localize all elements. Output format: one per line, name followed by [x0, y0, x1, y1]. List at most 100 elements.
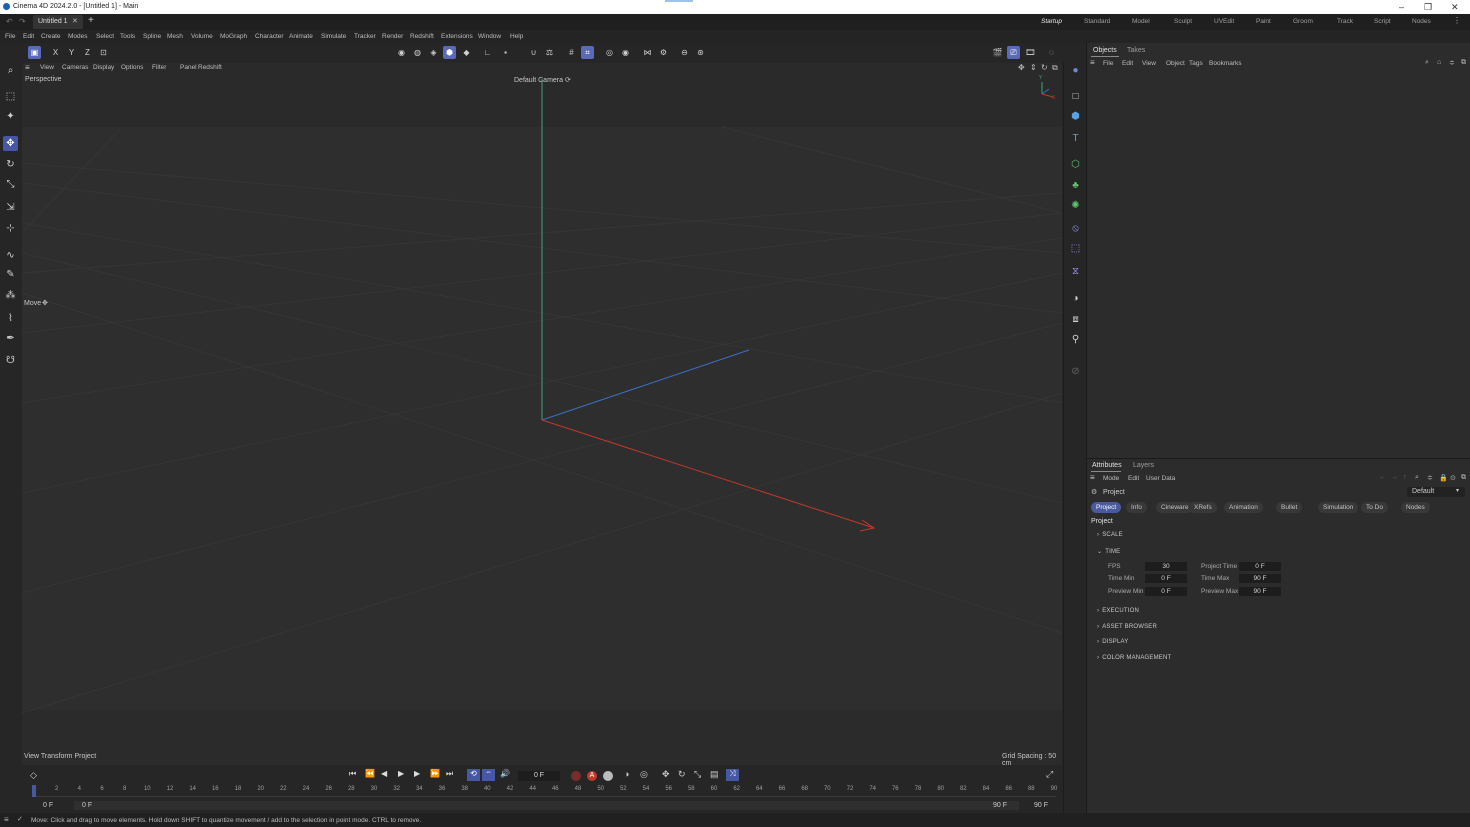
volume-icon[interactable]: ⬚ [1068, 241, 1083, 256]
subtab-bullet[interactable]: Bullet [1276, 502, 1303, 513]
viewport-menu-cameras[interactable]: Cameras [62, 64, 88, 71]
subdivision-surface-icon[interactable]: ⬡ [1068, 157, 1083, 172]
keyframe-selection-icon[interactable] [603, 771, 613, 781]
live-selection-icon[interactable]: ⬚ [3, 89, 18, 104]
restore-icon[interactable]: ❐ [1424, 2, 1432, 13]
time-max-field[interactable]: 90 F [1239, 574, 1281, 583]
viewport-menu-redshift[interactable]: Redshift [198, 64, 222, 71]
menu-tracker[interactable]: Tracker [354, 33, 376, 40]
menu-mesh[interactable]: Mesh [167, 33, 183, 40]
key-pla-icon[interactable]: ◑ [624, 769, 629, 779]
attr-settings-icon[interactable]: ⊙ [1450, 474, 1456, 482]
render-view-icon[interactable]: 🎬 [991, 46, 1004, 59]
layout-tab-uvedit[interactable]: UVEdit [1214, 18, 1234, 25]
axis-x-button[interactable]: X [49, 46, 62, 59]
menu-redshift[interactable]: Redshift [410, 33, 434, 40]
key-position-icon[interactable]: ✥ [662, 769, 670, 780]
keyframe-icon[interactable]: ◇ [30, 770, 37, 781]
null-object-icon[interactable]: □ [1068, 89, 1083, 104]
objects-search-icon[interactable]: ⌕ [1425, 59, 1429, 67]
minimize-icon[interactable]: – [1399, 2, 1404, 12]
viewport-maximize-icon[interactable]: ⧉ [1052, 63, 1058, 73]
render-settings-icon[interactable]: 🎞 [1024, 46, 1037, 59]
workplane-icon[interactable]: ◎ [603, 46, 616, 59]
settings-gear-icon[interactable]: ⚙ [657, 46, 670, 59]
viewport-menu-panel[interactable]: Panel [180, 64, 197, 71]
section-color-management[interactable]: › COLOR MANAGEMENT [1097, 655, 1171, 661]
zoom-view-icon[interactable]: ⌕ [3, 63, 18, 78]
preview-range-icon[interactable]: ⇔ [482, 769, 495, 781]
selection-tools-icon[interactable]: ✦ [3, 109, 18, 124]
layout-tab-script[interactable]: Script [1374, 18, 1391, 25]
spline-pen-icon[interactable]: ∿ [3, 248, 18, 263]
play-icon[interactable]: ▶ [398, 769, 404, 778]
locked-workplane-icon[interactable]: ◉ [619, 46, 632, 59]
tweak-mode-icon[interactable]: ▪ [499, 46, 512, 59]
camera-label[interactable]: Default Camera ⟳ [514, 76, 571, 84]
menu-mograph[interactable]: MoGraph [220, 33, 247, 40]
next-frame-icon[interactable]: ▶ [414, 769, 420, 778]
attributes-menu-mode[interactable]: Mode [1103, 475, 1119, 482]
timeline-track[interactable] [32, 785, 1056, 797]
redshift-render-view-icon[interactable]: ◌ [1045, 46, 1058, 59]
attributes-menu-edit[interactable]: Edit [1128, 475, 1139, 482]
menu-edit[interactable]: Edit [23, 33, 34, 40]
objects-tab[interactable]: Objects [1093, 47, 1117, 54]
attributes-hamburger-icon[interactable]: ≡ [1090, 473, 1095, 482]
attr-back-icon[interactable]: ← [1379, 474, 1386, 481]
range-bar[interactable] [74, 801, 1019, 810]
points-mode-icon[interactable]: ◍ [411, 46, 424, 59]
range-start-a[interactable]: 0 F [43, 802, 53, 809]
objects-menu-bookmarks[interactable]: Bookmarks [1209, 60, 1242, 67]
preset-dropdown[interactable]: Default ▾ [1407, 487, 1465, 497]
project-time-field[interactable]: 0 F [1239, 562, 1281, 571]
viewport-hamburger-icon[interactable]: ≡ [25, 63, 30, 72]
viewport-menu-options[interactable]: Options [121, 64, 143, 71]
key-param-icon[interactable]: ◎ [640, 769, 648, 780]
snap-enabled-icon[interactable]: ⌗ [581, 46, 594, 59]
layout-tab-groom[interactable]: Groom [1293, 18, 1313, 25]
prev-key-icon[interactable]: ⏪ [365, 769, 375, 778]
axis-y-button[interactable]: Y [65, 46, 78, 59]
sculpt-tool-icon[interactable]: ☋ [3, 353, 18, 368]
model-mode-icon[interactable]: ◉ [395, 46, 408, 59]
fps-field[interactable]: 30 [1145, 562, 1187, 571]
objects-filter-icon[interactable]: ≑ [1449, 59, 1455, 67]
takes-tab[interactable]: Takes [1127, 47, 1145, 54]
subtab-project[interactable]: Project [1091, 502, 1122, 513]
paint-tool-icon[interactable]: ⁂ [3, 288, 18, 303]
preview-max-field[interactable]: 90 F [1239, 587, 1281, 596]
grid-snap-icon[interactable]: # [565, 46, 578, 59]
close-window-icon[interactable]: ✕ [1451, 2, 1459, 13]
objects-menu-object[interactable]: Object [1166, 60, 1185, 67]
key-scale-icon[interactable]: ⤡ [694, 769, 701, 780]
next-key-icon[interactable]: ⏩ [430, 769, 440, 778]
menu-character[interactable]: Character [255, 33, 284, 40]
perspective-viewport[interactable]: Perspective Default Camera ⟳ Move ✥ View… [22, 73, 1062, 765]
sound-icon[interactable]: 🔊 [500, 769, 510, 778]
symmetry-icon[interactable]: ⚖ [543, 46, 556, 59]
mograph-icon[interactable]: ⧖ [1068, 264, 1083, 279]
pen-tool-icon[interactable]: ✒ [3, 331, 18, 346]
layout-tab-standard[interactable]: Standard [1084, 18, 1110, 25]
section-time[interactable]: ⌄ TIME [1097, 548, 1120, 555]
camera-icon[interactable]: ⧈ [1068, 312, 1083, 327]
move-tool-icon[interactable]: ✥ [3, 136, 18, 151]
layout-tab-sculpt[interactable]: Sculpt [1174, 18, 1192, 25]
axis-z-button[interactable]: Z [81, 46, 94, 59]
polygons-mode-icon[interactable]: ⬢ [443, 46, 456, 59]
attr-filter-icon[interactable]: ≑ [1427, 474, 1433, 482]
subtab-nodes[interactable]: Nodes [1401, 502, 1430, 513]
modeling-axis-icon[interactable]: ⋈ [641, 46, 654, 59]
menu-spline[interactable]: Spline [143, 33, 161, 40]
magnet-icon[interactable]: ∪ [527, 46, 540, 59]
attributes-tab[interactable]: Attributes [1092, 462, 1122, 469]
close-tab-icon[interactable]: ✕ [72, 17, 78, 25]
layers-tab[interactable]: Layers [1133, 462, 1154, 469]
redshift-object-icon[interactable]: ● [1068, 63, 1083, 78]
interpolation-icon[interactable]: ⤨ [726, 769, 739, 781]
objects-menu-view[interactable]: View [1142, 60, 1156, 67]
menu-tools[interactable]: Tools [120, 33, 135, 40]
viewport-menu-display[interactable]: Display [93, 64, 114, 71]
menu-simulate[interactable]: Simulate [321, 33, 346, 40]
